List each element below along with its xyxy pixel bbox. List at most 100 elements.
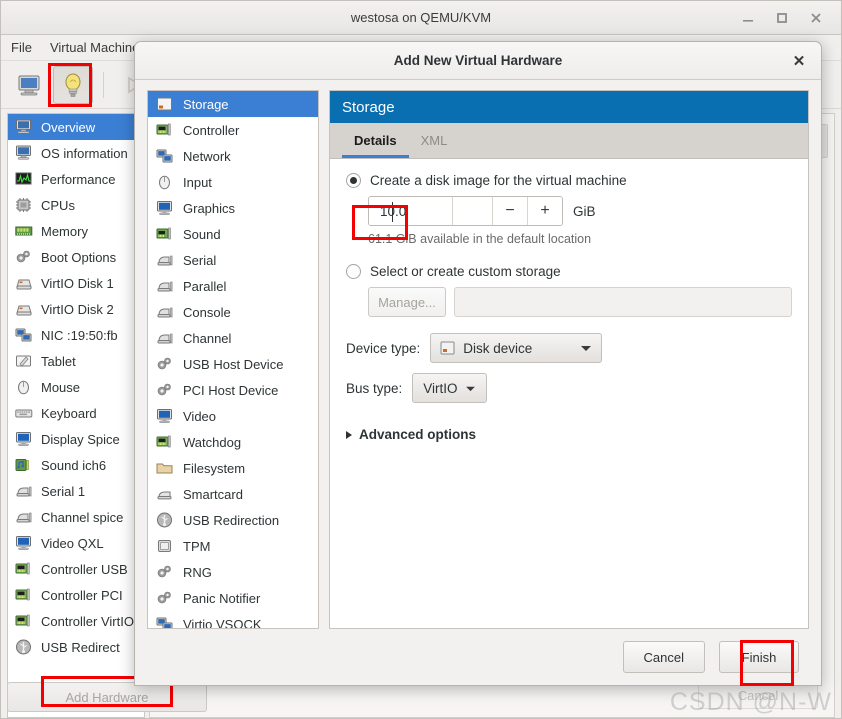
bus-type-combo[interactable]: VirtIO [412,373,487,403]
menu-virtual-machine[interactable]: Virtual Machine [50,40,139,55]
tab-details[interactable]: Details [342,123,409,158]
show-details-button[interactable] [53,65,93,104]
tab-xml[interactable]: XML [409,123,460,158]
keyboard-icon [14,404,34,422]
usb-icon [16,639,31,655]
hardware-type-filesystem[interactable]: Filesystem [148,455,318,481]
sidebar-item-overview[interactable]: Overview [8,114,144,140]
sidebar-item-video-qxl[interactable]: Video QXL [8,530,144,556]
hardware-type-list[interactable]: Storage Controller Network Input Graphics Sou… [147,90,319,629]
hardware-type-serial[interactable]: Serial [148,247,318,273]
vm-hardware-sidebar[interactable]: Overview OS information Performance CPUs Mem… [7,113,145,718]
hardware-type-label: Video [183,408,217,424]
display-icon [14,430,34,448]
hardware-type-graphics[interactable]: Graphics [148,195,318,221]
hardware-type-channel[interactable]: Channel [148,325,318,351]
controller-icon [156,435,171,448]
tablet-icon [14,352,34,370]
cancel-button[interactable]: Cancel [622,641,705,673]
panel-body: Create a disk image for the virtual mach… [330,159,808,628]
sidebar-item-controller-pci[interactable]: Controller PCI [8,582,144,608]
bus-type-value: VirtIO [423,380,458,396]
add-hardware-button[interactable]: Add Hardware [7,682,207,712]
menu-file[interactable]: File [11,40,32,55]
sidebar-item-controller-usb[interactable]: Controller USB [8,556,144,582]
hardware-type-sound[interactable]: Sound [148,221,318,247]
storage-path-field[interactable] [454,287,792,317]
storage-icon [157,97,172,111]
gears-icon [155,355,175,373]
dialog-footer: Cancel Finish [135,629,821,685]
hardware-type-usb-redirection[interactable]: USB Redirection [148,507,318,533]
sidebar-item-os-information[interactable]: OS information [8,140,144,166]
sidebar-item-mouse[interactable]: Mouse [8,374,144,400]
disk-size-decrement-button[interactable]: − [492,197,527,225]
sidebar-item-boot-options[interactable]: Boot Options [8,244,144,270]
hardware-type-virtio-vsock[interactable]: Virtio VSOCK [148,611,318,628]
hardware-type-input[interactable]: Input [148,169,318,195]
manage-button[interactable]: Manage... [368,287,446,317]
sidebar-item-virtio-disk-1[interactable]: VirtIO Disk 1 [8,270,144,296]
sidebar-item-label: Overview [41,119,96,135]
chevron-down-icon [465,386,475,391]
display-icon [16,536,31,550]
hardware-type-controller[interactable]: Controller [148,117,318,143]
minimize-icon[interactable] [739,9,757,27]
controller-icon [155,433,175,451]
hardware-type-label: Controller [183,122,240,138]
sidebar-item-cpus[interactable]: CPUs [8,192,144,218]
sidebar-item-tablet[interactable]: Tablet [8,348,144,374]
hardware-type-video[interactable]: Video [148,403,318,429]
gears-icon [155,589,175,607]
window-titlebar: westosa on QEMU/KVM [1,1,841,35]
dialog-close-icon[interactable]: ✕ [789,51,809,71]
hardware-type-usb-host-device[interactable]: USB Host Device [148,351,318,377]
disk-icon [14,300,34,318]
hardware-type-smartcard[interactable]: Smartcard [148,481,318,507]
sidebar-item-performance[interactable]: Performance [8,166,144,192]
sidebar-item-memory[interactable]: Memory [8,218,144,244]
device-type-combo[interactable]: Disk device [430,333,603,363]
sidebar-item-virtio-disk-2[interactable]: VirtIO Disk 2 [8,296,144,322]
serial-icon [14,482,34,500]
serial-icon [14,508,34,526]
display-icon [155,407,175,425]
disk-size-increment-button[interactable]: + [527,197,562,225]
hardware-type-rng[interactable]: RNG [148,559,318,585]
sidebar-item-keyboard[interactable]: Keyboard [8,400,144,426]
maximize-icon[interactable] [773,9,791,27]
hardware-type-tpm[interactable]: TPM [148,533,318,559]
sidebar-item-display-spice[interactable]: Display Spice [8,426,144,452]
sidebar-item-channel-spice[interactable]: Channel spice [8,504,144,530]
close-icon[interactable] [807,9,825,27]
disk-size-spinbox[interactable]: 10.0 − + [368,196,563,226]
finish-button[interactable]: Finish [719,641,799,673]
disk-size-input[interactable]: 10.0 [369,197,452,225]
hardware-type-pci-host-device[interactable]: PCI Host Device [148,377,318,403]
hardware-type-console[interactable]: Console [148,299,318,325]
hardware-type-network[interactable]: Network [148,143,318,169]
create-disk-radio[interactable] [346,173,361,188]
show-console-button[interactable] [9,66,49,104]
sidebar-item-sound-ich6[interactable]: Sound ich6 [8,452,144,478]
hardware-type-storage[interactable]: Storage [148,91,318,117]
monitor-icon [16,119,31,134]
custom-storage-radio[interactable] [346,264,361,279]
advanced-options-toggle[interactable]: Advanced options [346,427,792,442]
sidebar-item-label: Video QXL [41,535,104,551]
bus-type-label: Bus type: [346,380,403,396]
create-disk-radio-row[interactable]: Create a disk image for the virtual mach… [346,173,792,188]
dialog-titlebar: Add New Virtual Hardware ✕ [135,42,821,80]
hardware-type-label: Filesystem [183,460,246,476]
custom-storage-radio-row[interactable]: Select or create custom storage [346,264,792,279]
hardware-type-panic-notifier[interactable]: Panic Notifier [148,585,318,611]
sidebar-item-usb-redirect[interactable]: USB Redirect [8,634,144,660]
create-disk-label: Create a disk image for the virtual mach… [370,173,627,188]
sidebar-item-serial-1[interactable]: Serial 1 [8,478,144,504]
sidebar-item-controller-virtio[interactable]: Controller VirtIO [8,608,144,634]
window-controls [739,1,833,35]
hardware-type-parallel[interactable]: Parallel [148,273,318,299]
hardware-type-watchdog[interactable]: Watchdog [148,429,318,455]
mouse-icon [155,173,175,191]
sidebar-item-nic-19-50-fb[interactable]: NIC :19:50:fb [8,322,144,348]
